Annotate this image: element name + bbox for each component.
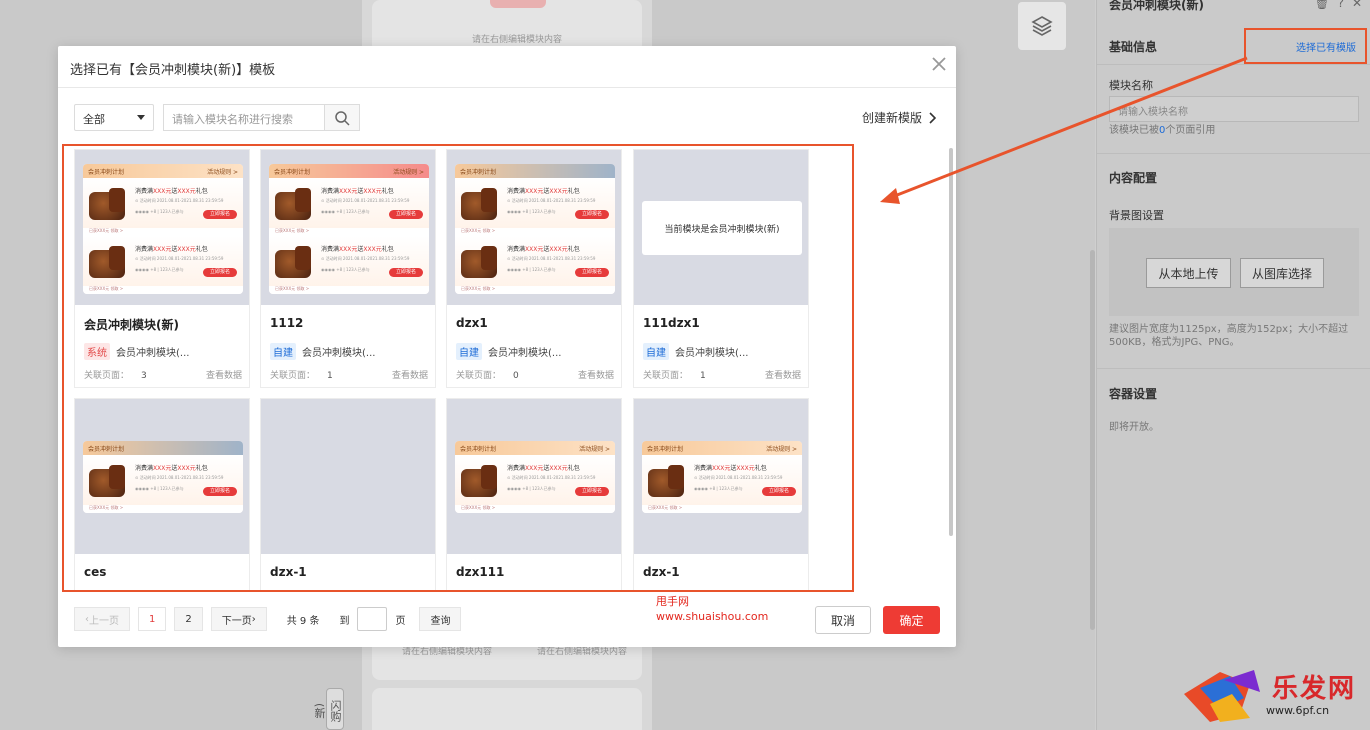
- preview-module-flash[interactable]: [372, 688, 642, 730]
- page-unit-label: 页: [395, 615, 406, 627]
- settings-panel: 会员冲刺模块(新) 🗑 ? ✕ 基础信息 选择已有模版 模块名称 请输入模块名称…: [1096, 0, 1370, 730]
- page-1-button[interactable]: 1: [138, 607, 167, 631]
- canvas-scrollbar[interactable]: [1090, 250, 1095, 630]
- panel-divider: [1097, 153, 1370, 154]
- confirm-button[interactable]: 确定: [883, 606, 940, 634]
- layers-button[interactable]: [1018, 2, 1066, 50]
- close-icon[interactable]: ✕: [1352, 0, 1362, 10]
- total-count: 共 9 条: [286, 615, 320, 627]
- chevron-right-icon: [929, 111, 936, 124]
- layers-icon: [1031, 16, 1053, 36]
- select-template-modal: 选择已有【会员冲刺模块(新)】模板 全部 请输入模块名称进行搜索 创建新模版 会…: [58, 46, 956, 647]
- container-setting-heading: 容器设置: [1109, 387, 1158, 401]
- prev-page-button[interactable]: ‹ 上一页: [74, 607, 130, 631]
- content-config-heading: 内容配置: [1109, 171, 1158, 185]
- page-jump-input[interactable]: [357, 607, 388, 631]
- module-reference-text: 该模块已被0个页面引用: [1109, 125, 1216, 136]
- logo-url: www.6pf.cn: [1266, 704, 1330, 717]
- preview-button-shape: [490, 0, 546, 8]
- basic-info-heading: 基础信息: [1109, 40, 1158, 54]
- flash-sale-tab[interactable]: 闪购(新: [313, 688, 344, 730]
- module-name-label: 模块名称: [1109, 79, 1153, 92]
- search-button[interactable]: [324, 104, 360, 131]
- bg-upload-area: 从本地上传 从图库选择: [1109, 228, 1359, 316]
- preview-hint-top: 请在右侧编辑模块内容: [472, 35, 563, 45]
- coming-soon-text: 即将开放。: [1109, 422, 1159, 433]
- modal-title: 选择已有【会员冲刺模块(新)】模板: [70, 63, 276, 78]
- trash-icon[interactable]: 🗑: [1314, 0, 1329, 10]
- grid-scrollbar[interactable]: [949, 148, 953, 536]
- search-icon: [335, 110, 350, 126]
- panel-divider: [1097, 368, 1370, 369]
- upload-local-button[interactable]: 从本地上传: [1146, 258, 1231, 288]
- cancel-button[interactable]: 取消: [815, 606, 871, 634]
- create-new-template-link[interactable]: 创建新模版: [862, 109, 936, 126]
- watermark-text: 甩手网 www.shuaishou.com: [656, 595, 769, 623]
- logo-text: 乐发网: [1272, 674, 1357, 704]
- annotation-frame: [62, 144, 854, 592]
- pagination: ‹ 上一页 1 2 下一页 › 共 9 条 到 页 查询: [74, 607, 462, 631]
- choose-gallery-button[interactable]: 从图库选择: [1240, 258, 1324, 288]
- module-name-input[interactable]: 请输入模块名称: [1109, 96, 1359, 122]
- annotation-highlight-box: [1244, 28, 1367, 64]
- type-filter-value: 全部: [83, 113, 105, 126]
- panel-title: 会员冲刺模块(新): [1109, 0, 1204, 12]
- page-2-button[interactable]: 2: [174, 607, 203, 631]
- panel-divider: [1097, 64, 1370, 65]
- create-new-template-label: 创建新模版: [861, 111, 922, 125]
- bg-size-tip: 建议图片宽度为1125px，高度为152px；大小不超过500KB，格式为JPG…: [1109, 324, 1349, 348]
- query-button[interactable]: 查询: [419, 607, 462, 631]
- next-page-button[interactable]: 下一页 ›: [210, 607, 267, 631]
- goto-label: 到: [339, 615, 350, 627]
- modal-header: 选择已有【会员冲刺模块(新)】模板: [58, 46, 956, 88]
- bg-setting-label: 背景图设置: [1109, 209, 1164, 222]
- preview-module-top[interactable]: 请在右侧编辑模块内容: [372, 0, 642, 52]
- type-filter-select[interactable]: 全部: [74, 104, 154, 131]
- close-icon[interactable]: [930, 55, 948, 73]
- chevron-right-icon: ›: [251, 613, 256, 625]
- panel-header-icons: 🗑 ? ✕: [1314, 0, 1362, 10]
- caret-down-icon: [137, 115, 145, 120]
- help-icon[interactable]: ?: [1338, 0, 1344, 10]
